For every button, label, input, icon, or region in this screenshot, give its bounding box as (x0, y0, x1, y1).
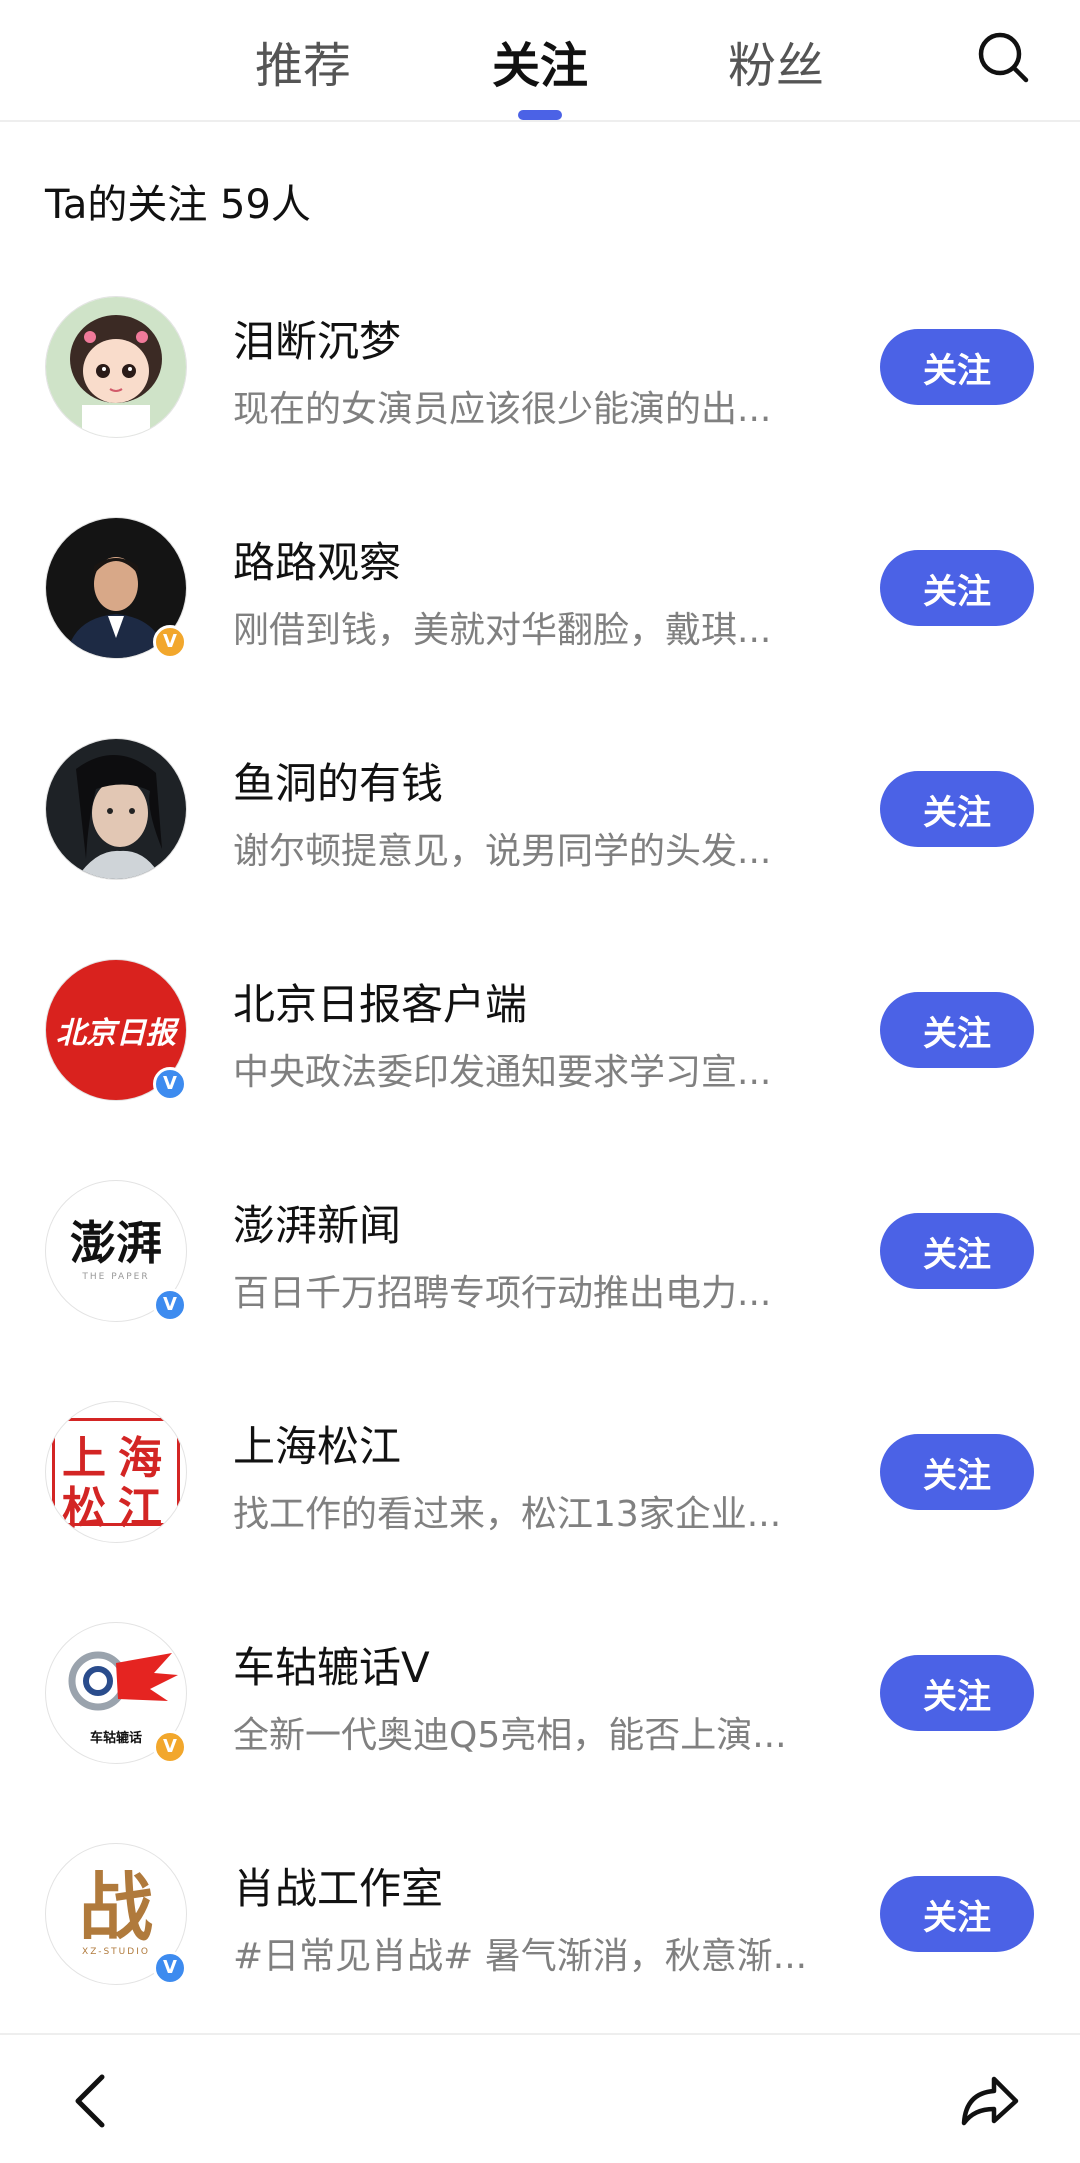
user-name[interactable]: 上海松江 (233, 1413, 401, 1474)
user-name[interactable]: 泪断沉梦 (233, 308, 401, 369)
user-description: 找工作的看过来，松江13家企业... (233, 1494, 782, 1535)
top-tab-bar: 推荐 关注 粉丝 (0, 0, 1080, 122)
avatar[interactable]: 上 海 松 江 (45, 1401, 187, 1543)
list-item[interactable]: 车轱辘话 V 车轱辘话V 全新一代奥迪Q5亮相，能否上演... 关注 (0, 1594, 1080, 1815)
list-item[interactable]: 北京日报 V 北京日报客户端 中央政法委印发通知要求学习宣... 关注 (0, 931, 1080, 1152)
avatar[interactable]: 车轱辘话 V (45, 1622, 187, 1764)
shanghai-songjiang-logo: 上 海 松 江 (45, 1401, 187, 1543)
verified-badge-icon: V (153, 1288, 187, 1322)
user-description: 全新一代奥迪Q5亮相，能否上演... (233, 1715, 787, 1756)
list-item[interactable]: 战 XZ-STUDIO V 肖战工作室 #日常见肖战# 暑气渐消，秋意渐... … (0, 1815, 1080, 2036)
follow-button[interactable]: 关注 (880, 992, 1034, 1068)
list-item[interactable]: 澎湃 THE PAPER V 澎湃新闻 百日千万招聘专项行动推出电力... 关注 (0, 1152, 1080, 1373)
user-description: 谢尔顿提意见，说男同学的头发... (233, 831, 772, 872)
follow-button[interactable]: 关注 (880, 550, 1034, 626)
verified-badge-icon: V (153, 1951, 187, 1985)
verified-badge-icon: V (153, 1730, 187, 1764)
active-tab-indicator (518, 110, 562, 120)
follow-button[interactable]: 关注 (880, 1655, 1034, 1731)
tab-recommend[interactable]: 推荐 (255, 26, 351, 96)
list-item[interactable]: 泪断沉梦 现在的女演员应该很少能演的出... 关注 (0, 268, 1080, 489)
user-description: 百日千万招聘专项行动推出电力... (233, 1273, 772, 1314)
list-item[interactable]: V 路路观察 刚借到钱，美就对华翻脸，戴琪... 关注 (0, 489, 1080, 710)
user-description: 刚借到钱，美就对华翻脸，戴琪... (233, 610, 772, 651)
user-name[interactable]: 北京日报客户端 (233, 971, 527, 1032)
user-description: 中央政法委印发通知要求学习宣... (233, 1052, 772, 1093)
avatar[interactable]: V (45, 517, 187, 659)
back-arrow-icon[interactable] (64, 2071, 120, 2131)
user-description: #日常见肖战# 暑气渐消，秋意渐... (233, 1936, 808, 1977)
costume-portrait-avatar (45, 738, 187, 880)
follow-button[interactable]: 关注 (880, 1434, 1034, 1510)
user-name[interactable]: 肖战工作室 (233, 1855, 443, 1916)
list-item[interactable]: 鱼洞的有钱 谢尔顿提意见，说男同学的头发... 关注 (0, 710, 1080, 931)
bottom-toolbar (0, 2033, 1080, 2163)
follow-button[interactable]: 关注 (880, 771, 1034, 847)
cartoon-girl-avatar (45, 296, 187, 438)
avatar[interactable] (45, 738, 187, 880)
tab-fans[interactable]: 粉丝 (728, 26, 824, 96)
following-count: Ta的关注 59人 (45, 182, 311, 228)
search-icon[interactable] (976, 30, 1032, 86)
avatar[interactable] (45, 296, 187, 438)
follow-button[interactable]: 关注 (880, 1876, 1034, 1952)
share-icon[interactable] (958, 2071, 1020, 2131)
user-name[interactable]: 澎湃新闻 (233, 1192, 401, 1253)
user-description: 现在的女演员应该很少能演的出... (233, 389, 772, 430)
avatar[interactable]: 战 XZ-STUDIO V (45, 1843, 187, 1985)
avatar[interactable]: 北京日报 V (45, 959, 187, 1101)
verified-badge-icon: V (153, 625, 187, 659)
tab-following[interactable]: 关注 (492, 26, 588, 96)
avatar[interactable]: 澎湃 THE PAPER V (45, 1180, 187, 1322)
user-name[interactable]: 鱼洞的有钱 (233, 750, 443, 811)
verified-badge-icon: V (153, 1067, 187, 1101)
follow-button[interactable]: 关注 (880, 329, 1034, 405)
user-name[interactable]: 路路观察 (233, 529, 401, 590)
list-item[interactable]: 上 海 松 江 上海松江 找工作的看过来，松江13家企业... 关注 (0, 1373, 1080, 1594)
follow-button[interactable]: 关注 (880, 1213, 1034, 1289)
user-name[interactable]: 车轱辘话V (233, 1634, 430, 1695)
